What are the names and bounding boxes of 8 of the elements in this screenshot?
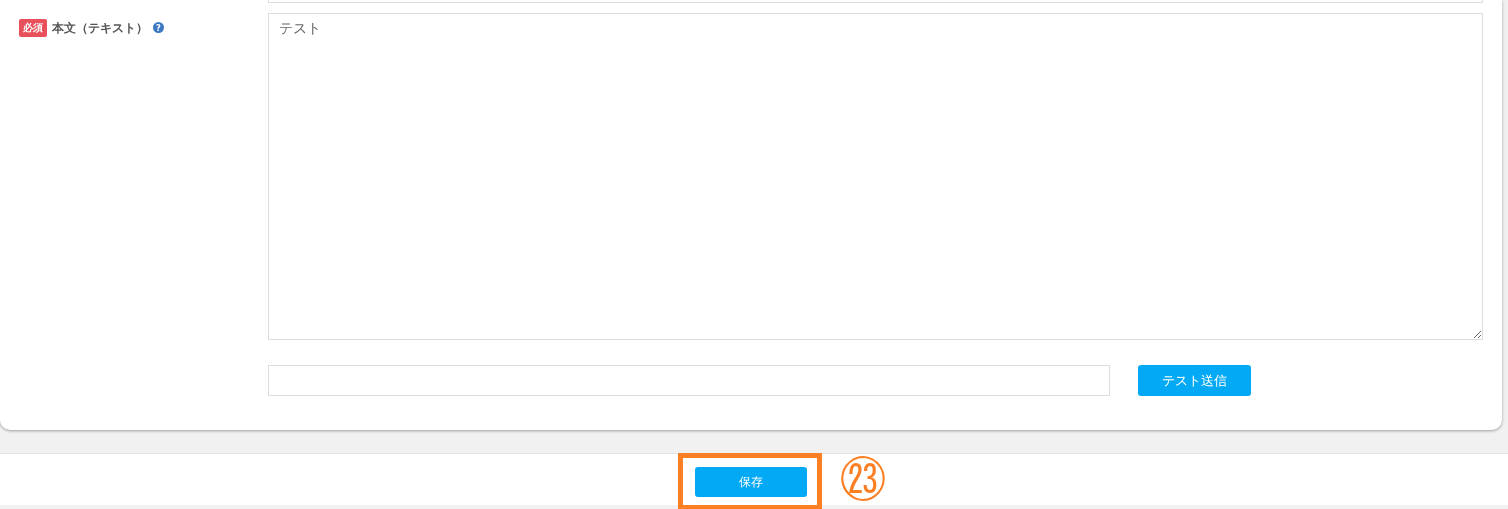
save-button[interactable]: 保存 — [694, 467, 807, 497]
help-icon[interactable]: ? — [153, 22, 164, 33]
callout-number: ㉓ — [839, 454, 886, 505]
body-text-area[interactable]: テスト — [268, 13, 1483, 340]
field-label: 本文（テキスト） — [52, 20, 148, 37]
address-input-field[interactable] — [268, 365, 1110, 396]
test-send-button[interactable]: テスト送信 — [1138, 365, 1251, 396]
required-badge: 必須 — [19, 19, 47, 37]
